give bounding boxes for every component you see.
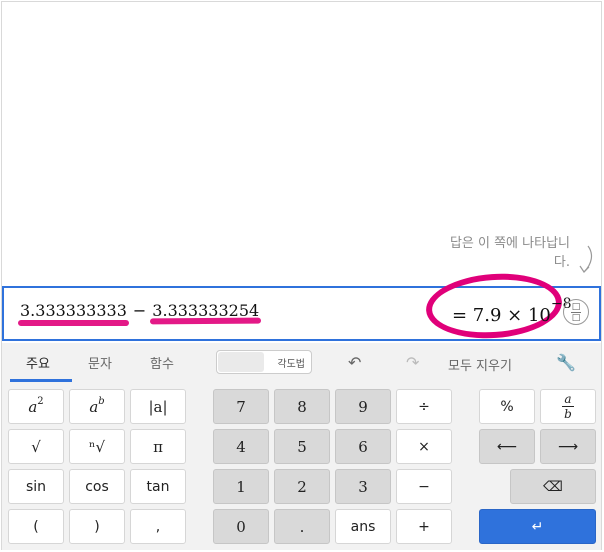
keypad-tabs: 주요 문자 함수 각도법 ↶ ↷ 모두 지우기 🔧 <box>2 343 601 383</box>
key-sin[interactable]: sin <box>8 469 64 504</box>
key-decimal[interactable]: . <box>274 509 330 544</box>
key-minus[interactable]: − <box>396 469 452 504</box>
enter-icon: ↵ <box>531 518 544 535</box>
angle-mode-label: 각도법 <box>277 359 305 370</box>
key-multiply[interactable]: × <box>396 429 452 464</box>
angle-mode-toggle[interactable]: 각도법 <box>216 350 312 374</box>
key-tan[interactable]: tan <box>130 469 186 504</box>
key-comma[interactable]: , <box>130 509 186 544</box>
key-left-paren[interactable]: ( <box>8 509 64 544</box>
key-percent[interactable]: % <box>479 389 535 424</box>
key-divide[interactable]: ÷ <box>396 389 452 424</box>
key-cursor-right[interactable]: ⟶ <box>540 429 596 464</box>
answer-hint: 답은 이 쪽에 나타납니 다. <box>400 234 570 272</box>
key-abs[interactable]: |a| <box>130 389 186 424</box>
highlight-mark <box>18 320 129 326</box>
key-4[interactable]: 4 <box>213 429 269 464</box>
operand-left: 3.333333333 <box>18 301 129 326</box>
wrench-icon[interactable]: 🔧 <box>556 353 576 372</box>
key-sqrt[interactable]: √ <box>8 429 64 464</box>
key-8[interactable]: 8 <box>274 389 330 424</box>
toggle-knob <box>218 352 264 372</box>
tab-letters[interactable]: 문자 <box>88 353 112 372</box>
operand-right: 3.333333254 <box>150 301 262 325</box>
undo-icon[interactable]: ↶ <box>348 353 361 372</box>
key-6[interactable]: 6 <box>335 429 391 464</box>
key-right-paren[interactable]: ) <box>69 509 125 544</box>
expression-input[interactable]: 3.333333333−3.333333254 = 7.9 × 10−8 □ □ <box>2 269 601 343</box>
key-enter[interactable]: ↵ <box>479 509 596 544</box>
key-pi[interactable]: π <box>130 429 186 464</box>
key-fraction[interactable]: ab <box>540 389 596 424</box>
fraction-toggle-button[interactable]: □ □ <box>563 299 589 325</box>
expression-text: 3.333333333−3.333333254 <box>18 301 262 326</box>
key-ans[interactable]: ans <box>335 509 391 544</box>
tab-functions[interactable]: 함수 <box>150 353 174 372</box>
key-5[interactable]: 5 <box>274 429 330 464</box>
backspace-icon: ⌫ <box>543 478 563 495</box>
key-9[interactable]: 9 <box>335 389 391 424</box>
key-2[interactable]: 2 <box>274 469 330 504</box>
key-a-power-b[interactable]: ab <box>69 389 125 424</box>
highlight-mark <box>150 317 262 325</box>
hint-arrow-icon <box>579 245 593 273</box>
key-0[interactable]: 0 <box>213 509 269 544</box>
key-nth-root[interactable]: ⁿ√ <box>69 429 125 464</box>
key-plus[interactable]: + <box>396 509 452 544</box>
key-cursor-left[interactable]: ⟵ <box>479 429 535 464</box>
hint-line-1: 답은 이 쪽에 나타납니 <box>449 236 570 251</box>
key-7[interactable]: 7 <box>213 389 269 424</box>
key-1[interactable]: 1 <box>213 469 269 504</box>
hint-line-2: 다. <box>553 255 570 270</box>
key-backspace[interactable]: ⌫ <box>510 469 596 504</box>
key-3[interactable]: 3 <box>335 469 391 504</box>
key-a-squared[interactable]: a2 <box>8 389 64 424</box>
tab-main[interactable]: 주요 <box>26 353 50 372</box>
operator: − <box>132 301 147 320</box>
redo-icon[interactable]: ↷ <box>406 353 419 372</box>
calculator-keypad: 주요 문자 함수 각도법 ↶ ↷ 모두 지우기 🔧 a2 ab |a| 7 8 … <box>2 343 601 550</box>
active-tab-indicator <box>10 379 72 382</box>
result-value: = 7.9 × 10−8 <box>452 296 572 326</box>
key-cos[interactable]: cos <box>69 469 125 504</box>
clear-all-button[interactable]: 모두 지우기 <box>448 355 512 374</box>
